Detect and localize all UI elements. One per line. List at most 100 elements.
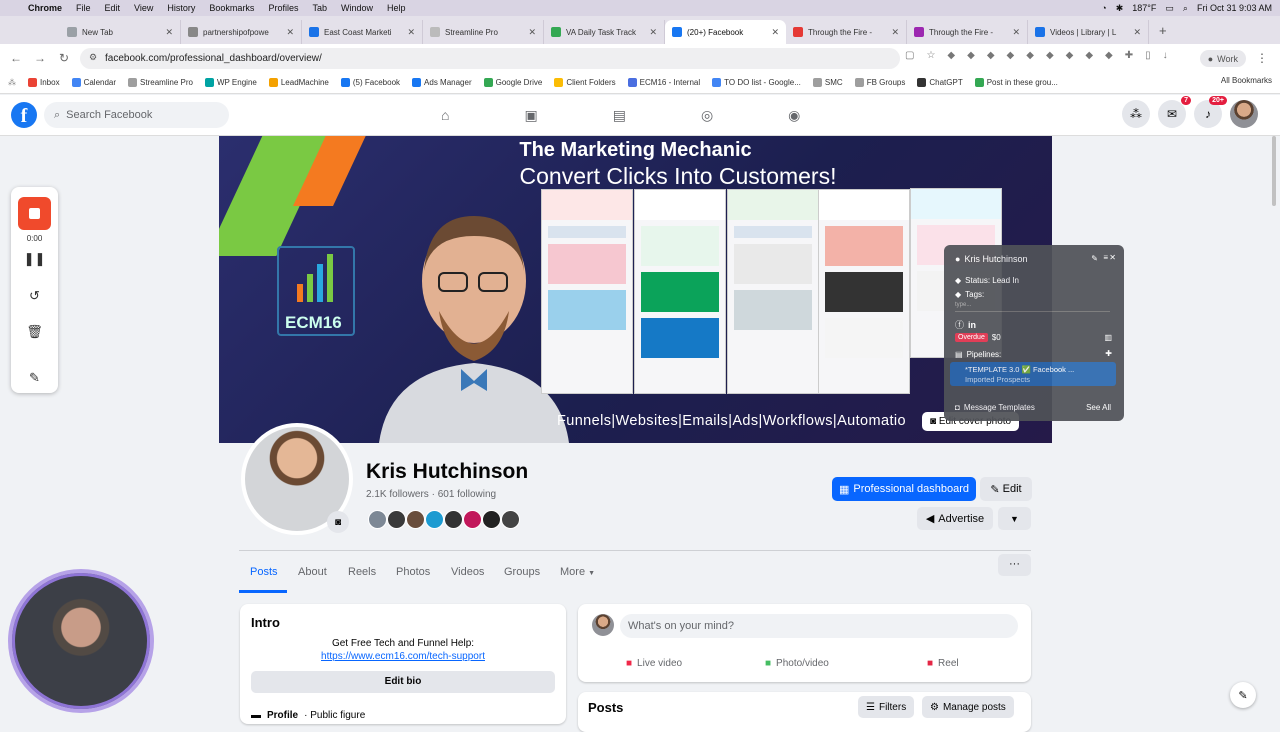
extension-icon[interactable]: ◆ — [1026, 50, 1034, 61]
browser-tab[interactable]: Videos | Library | L ✕ — [1028, 20, 1149, 44]
facebook-icon[interactable]: ⓕ — [955, 318, 964, 331]
browser-tab[interactable]: Through the Fire - ✕ — [907, 20, 1028, 44]
tab-more[interactable]: More ▼ — [560, 566, 595, 578]
advertise-button[interactable]: ◀ Advertise — [917, 507, 993, 530]
webcam-bubble[interactable] — [8, 569, 154, 713]
edit-profile-button[interactable]: ✎ Edit — [980, 477, 1032, 501]
bluetooth-icon[interactable]: ✱ — [1116, 3, 1124, 14]
friend-avatar[interactable] — [406, 510, 425, 529]
more-icon[interactable]: ⋮ — [1256, 51, 1268, 65]
extension-icon[interactable]: ◆ — [1105, 50, 1113, 61]
new-tab-icon[interactable]: + — [1159, 23, 1167, 38]
whats-on-your-mind-input[interactable]: What's on your mind? — [620, 614, 1018, 638]
message-templates-link[interactable]: ◘ Message Templates — [955, 403, 1035, 412]
close-icon[interactable]: ✕ — [649, 27, 657, 38]
menu-file[interactable]: File — [76, 3, 91, 13]
crm-status[interactable]: ◆ Status: Lead In — [955, 276, 1019, 285]
filters-button[interactable]: ☰ Filters — [858, 696, 915, 718]
extension-icon[interactable]: ◆ — [1085, 50, 1093, 61]
new-message-icon[interactable]: ✎ — [1230, 682, 1256, 708]
bookmark-item[interactable]: SMC — [812, 78, 843, 87]
menu-history[interactable]: History — [167, 3, 195, 13]
close-icon[interactable]: ✕ — [1133, 27, 1141, 38]
close-icon[interactable]: ✕ — [407, 27, 415, 38]
download-icon[interactable]: ↓ — [1163, 50, 1168, 61]
back-icon[interactable]: ← — [4, 51, 28, 65]
see-all-link[interactable]: See All — [1086, 403, 1111, 412]
menu-icon[interactable]: ≡ — [1103, 253, 1108, 262]
close-icon[interactable]: ✕ — [1109, 253, 1116, 262]
tab-reels[interactable]: Reels — [348, 566, 376, 578]
bookmark-item[interactable]: Streamline Pro — [128, 78, 193, 87]
notifications-icon[interactable]: ♪ 20+ — [1194, 96, 1227, 128]
bookmark-item[interactable]: ChatGPT — [917, 78, 963, 87]
follower-counts[interactable]: 2.1K followers · 601 following — [366, 489, 496, 500]
profile-tabs-more-button[interactable]: ··· — [998, 554, 1031, 576]
browser-tab[interactable]: (20+) Facebook ✕ — [665, 20, 786, 44]
menu-tab[interactable]: Tab — [312, 3, 327, 13]
gaming-icon[interactable]: ◉ — [788, 107, 800, 124]
browser-tab[interactable]: East Coast Marketi ✕ — [302, 20, 423, 44]
bookmark-item[interactable]: WP Engine — [204, 78, 257, 87]
profile-chip[interactable]: ● Work — [1199, 50, 1246, 67]
home-icon[interactable]: ⌂ — [441, 107, 449, 124]
browser-tab[interactable]: Through the Fire - ✕ — [786, 20, 907, 44]
crm-pipeline-item[interactable]: *TEMPLATE 3.0 ✅ Facebook ... Imported Pr… — [950, 362, 1116, 386]
close-icon[interactable]: ✕ — [286, 27, 294, 38]
search-icon[interactable]: ⌕ — [1183, 3, 1188, 14]
app-name[interactable]: Chrome — [28, 3, 62, 13]
marketplace-icon[interactable]: ▤ — [613, 107, 626, 124]
friend-avatar[interactable] — [444, 510, 463, 529]
bookmark-item[interactable]: Google Drive — [483, 78, 542, 87]
close-icon[interactable]: ✕ — [165, 27, 173, 38]
site-info-icon[interactable]: ⚙ — [89, 52, 97, 63]
url-field[interactable]: ⚙ facebook.com/professional_dashboard/ov… — [80, 48, 900, 69]
tab-groups[interactable]: Groups — [504, 566, 540, 578]
menu-window[interactable]: Window — [341, 3, 373, 13]
apps-icon[interactable]: ⁂ — [8, 78, 16, 87]
bookmark-item[interactable]: ECM16 - Internal — [627, 78, 700, 87]
extension-icon[interactable]: ◆ — [967, 50, 975, 61]
search-input[interactable]: ⌕ Search Facebook — [44, 102, 229, 128]
menu-grid-icon[interactable]: ⁂ — [1122, 100, 1150, 128]
sidebar-icon[interactable]: ▯ — [1145, 50, 1151, 61]
friend-avatar[interactable] — [425, 510, 444, 529]
puzzle-icon[interactable]: ✚ — [1125, 50, 1133, 61]
bookmark-item[interactable]: FB Groups — [854, 78, 905, 87]
clock[interactable]: Fri Oct 31 9:03 AM — [1197, 3, 1272, 13]
wifi-icon[interactable]: ◔ — [1101, 3, 1106, 13]
bookmark-item[interactable]: Post in these grou... — [974, 78, 1058, 87]
linkedin-icon[interactable]: in — [968, 320, 976, 330]
all-bookmarks[interactable]: All Bookmarks — [1221, 76, 1272, 85]
extension-icon[interactable]: ◆ — [1066, 50, 1074, 61]
bookmark-item[interactable]: Client Folders — [554, 78, 616, 87]
friend-avatar[interactable] — [387, 510, 406, 529]
bookmark-item[interactable]: Ads Manager — [412, 78, 472, 87]
browser-tab[interactable]: Streamline Pro ✕ — [423, 20, 544, 44]
edit-icon[interactable]: ✎ — [1091, 254, 1098, 263]
tab-photos[interactable]: Photos — [396, 566, 430, 578]
edit-bio-button[interactable]: Edit bio — [251, 671, 555, 693]
avatar[interactable] — [592, 614, 614, 636]
close-icon[interactable]: ✕ — [891, 27, 899, 38]
camera-icon[interactable]: ◙ — [327, 511, 349, 533]
bookmark-item[interactable]: TO DO list - Google... — [712, 78, 801, 87]
manage-posts-button[interactable]: ⚙ Manage posts — [922, 696, 1014, 718]
extension-icon[interactable]: ◆ — [947, 50, 955, 61]
bookmark-star-icon[interactable]: ☆ — [926, 50, 935, 61]
forward-icon[interactable]: → — [28, 51, 52, 65]
install-icon[interactable]: ▢ — [905, 50, 914, 61]
trash-icon[interactable]: 🗑 — [11, 324, 58, 340]
account-avatar[interactable] — [1230, 100, 1258, 128]
restart-icon[interactable]: ↺ — [11, 288, 58, 304]
friend-avatar[interactable] — [482, 510, 501, 529]
menu-help[interactable]: Help — [387, 3, 406, 13]
facebook-logo[interactable]: f — [11, 102, 37, 128]
close-icon[interactable]: ✕ — [1012, 27, 1020, 38]
tab-about[interactable]: About — [298, 566, 327, 578]
bio-link[interactable]: https://www.ecm16.com/tech-support — [240, 651, 566, 662]
bookmark-item[interactable]: Calendar — [71, 78, 116, 87]
messenger-icon[interactable]: ✉ 7 — [1158, 96, 1191, 128]
live-video-button[interactable]: ■ Live video — [626, 658, 682, 669]
bookmark-item[interactable]: (5) Facebook — [340, 78, 400, 87]
